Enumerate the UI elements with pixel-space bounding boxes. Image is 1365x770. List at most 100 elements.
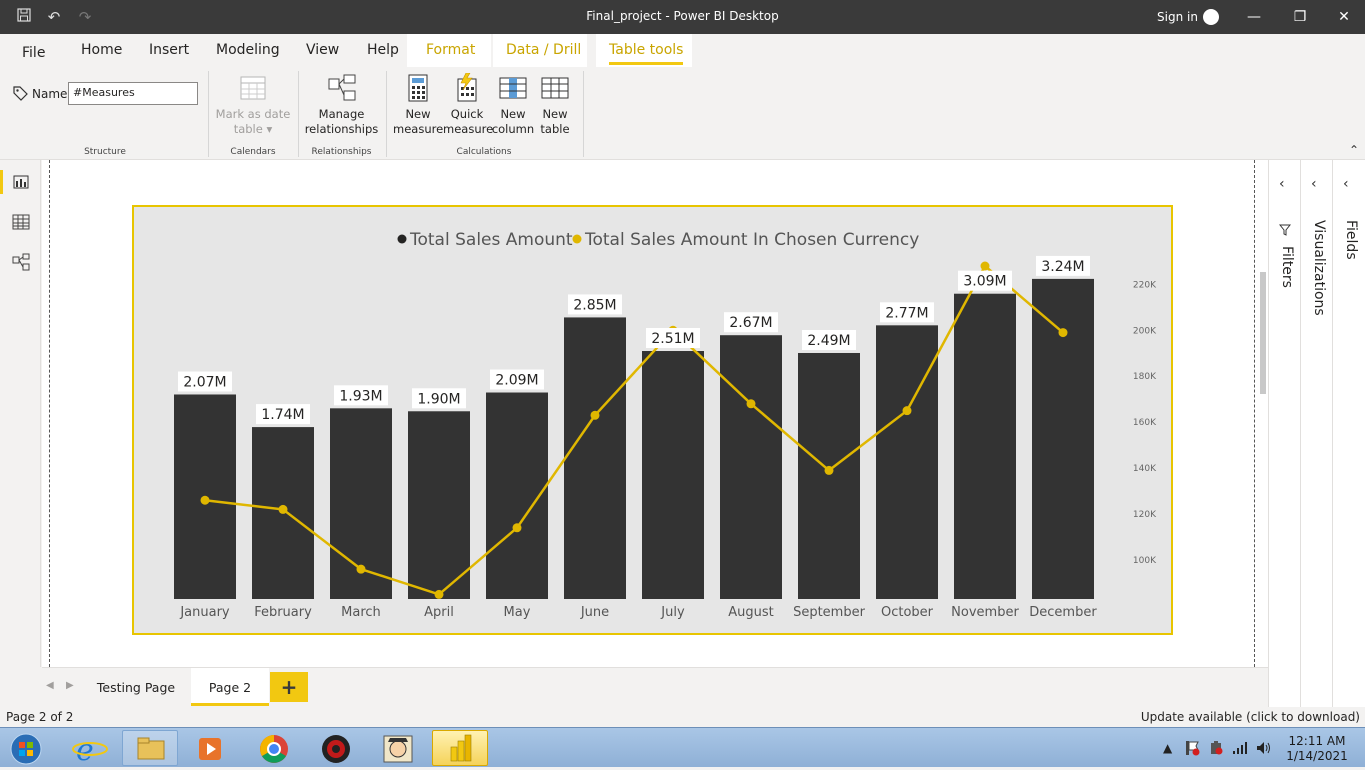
fields-pane[interactable]: ‹ Fields [1332, 160, 1365, 707]
tab-insert[interactable]: Insert [149, 42, 189, 58]
prev-page-icon[interactable]: ◀ [46, 680, 54, 691]
x-tick-label: September [793, 605, 866, 620]
ribbon-divider [583, 71, 584, 157]
x-tick-label: February [254, 605, 312, 620]
bar-october[interactable] [876, 325, 938, 599]
legend-label-currency[interactable]: Total Sales Amount In Chosen Currency [584, 230, 919, 250]
tab-home[interactable]: Home [81, 42, 122, 58]
volume-icon[interactable] [1255, 740, 1273, 759]
page-tab-testing[interactable]: Testing Page [86, 668, 186, 706]
page-tab-bar: ◀ ▶ Testing Page Page 2 + [42, 667, 1268, 707]
filters-pane[interactable]: ‹ Filters [1268, 160, 1300, 707]
bar-november[interactable] [954, 293, 1016, 599]
canvas-scrollbar[interactable] [1260, 272, 1266, 394]
tab-format[interactable]: Format [426, 42, 475, 58]
line-point-december[interactable] [1058, 328, 1068, 338]
network-icon[interactable] [1232, 741, 1248, 758]
visualizations-pane[interactable]: ‹ Visualizations [1300, 160, 1332, 707]
data-label: 3.09M [963, 274, 1006, 290]
line-point-january[interactable] [200, 495, 210, 505]
tab-help[interactable]: Help [367, 42, 399, 58]
action-center-icon[interactable] [1184, 740, 1200, 759]
sign-in-link[interactable]: Sign in [1157, 10, 1198, 24]
name-input[interactable]: #Measures [68, 82, 198, 105]
chevron-left-icon[interactable]: ‹ [1311, 176, 1317, 192]
group-label-calculations: Calculations [456, 147, 512, 157]
chrome-icon[interactable] [246, 730, 302, 766]
ribbon: Name #Measures Structure Mark as date ta… [0, 67, 1365, 160]
tab-table-tools[interactable]: Table tools [609, 42, 684, 65]
line-point-october[interactable] [902, 406, 912, 416]
close-button[interactable]: ✕ [1332, 6, 1356, 28]
media-player-icon[interactable] [182, 730, 238, 766]
data-label: 2.07M [183, 374, 226, 390]
add-page-button[interactable]: + [270, 672, 308, 702]
filters-label: Filters [1279, 246, 1295, 288]
line-point-august[interactable] [746, 399, 756, 409]
new-table-button[interactable]: New table [535, 73, 575, 137]
new-measure-label-2: measure [393, 122, 444, 136]
report-view-icon[interactable] [11, 172, 31, 192]
status-bar: Page 2 of 2 Update available (click to d… [0, 707, 1365, 727]
manage-label-1: Manage [318, 107, 365, 121]
maximize-button[interactable]: ❐ [1288, 6, 1312, 28]
mark-as-date-table-button[interactable]: Mark as date table ▾ [212, 73, 294, 137]
y2-tick-label: 160K [1133, 418, 1157, 428]
model-view-icon[interactable] [11, 252, 31, 272]
y2-tick-label: 120K [1133, 510, 1157, 520]
bar-september[interactable] [798, 352, 860, 599]
data-label: 2.09M [495, 373, 538, 389]
power-icon[interactable] [1208, 740, 1224, 759]
quick-measure-icon [452, 72, 482, 103]
update-available-link[interactable]: Update available (click to download) [1141, 710, 1360, 724]
antivirus-app-icon[interactable] [308, 730, 364, 766]
quick-measure-button[interactable]: Quick measure [443, 72, 494, 137]
power-bi-taskbar-icon[interactable] [432, 730, 488, 766]
page-tab-page-2[interactable]: Page 2 [191, 668, 269, 706]
line-point-april[interactable] [434, 589, 444, 599]
tab-file[interactable]: File [22, 45, 45, 61]
new-column-button[interactable]: New column [491, 73, 535, 137]
group-label-structure: Structure [84, 147, 126, 157]
line-point-september[interactable] [824, 465, 834, 475]
chevron-left-icon[interactable]: ‹ [1279, 176, 1285, 192]
next-page-icon[interactable]: ▶ [66, 680, 74, 691]
line-point-march[interactable] [356, 564, 366, 574]
data-label: 2.51M [651, 331, 694, 347]
bar-august[interactable] [720, 335, 782, 599]
line-point-may[interactable] [512, 523, 522, 533]
quick-measure-label-2: measure [443, 122, 494, 136]
minimize-button[interactable]: — [1242, 6, 1266, 28]
legend-marker-sales [397, 234, 407, 244]
bar-december[interactable] [1032, 278, 1094, 599]
ribbon-divider [298, 71, 299, 157]
legend-label-sales[interactable]: Total Sales Amount [409, 230, 573, 250]
combo-chart-visual[interactable]: Total Sales Amount Total Sales Amount In… [132, 205, 1173, 635]
tab-modeling[interactable]: Modeling [216, 42, 280, 58]
line-point-february[interactable] [278, 504, 288, 514]
collapse-ribbon-icon[interactable]: ⌃ [1349, 143, 1359, 157]
system-clock[interactable]: 12:11 AM 1/14/2021 [1282, 734, 1352, 764]
tab-data-drill[interactable]: Data / Drill [506, 42, 581, 58]
internet-explorer-icon[interactable]: e [62, 730, 118, 768]
group-label-relationships: Relationships [311, 147, 372, 157]
show-hidden-icons-icon[interactable]: ▲ [1163, 741, 1172, 755]
new-measure-button[interactable]: New measure [393, 73, 443, 137]
start-button[interactable] [0, 730, 54, 766]
avatar[interactable] [1203, 9, 1219, 25]
data-view-icon[interactable] [11, 212, 31, 232]
file-explorer-icon[interactable] [122, 730, 178, 766]
app-icon[interactable] [370, 730, 426, 766]
x-tick-label: March [341, 605, 381, 620]
bar-june[interactable] [564, 317, 626, 599]
bar-april[interactable] [408, 411, 470, 599]
tab-view[interactable]: View [306, 42, 339, 58]
mark-as-date-label-2: table [233, 122, 263, 136]
manage-relationships-button[interactable]: Manage relationships [301, 73, 382, 137]
data-label: 2.85M [573, 297, 616, 313]
line-point-november[interactable] [980, 261, 990, 271]
chevron-left-icon[interactable]: ‹ [1343, 176, 1349, 192]
line-point-june[interactable] [590, 410, 600, 420]
bar-july[interactable] [642, 351, 704, 599]
active-view-indicator [0, 170, 3, 194]
